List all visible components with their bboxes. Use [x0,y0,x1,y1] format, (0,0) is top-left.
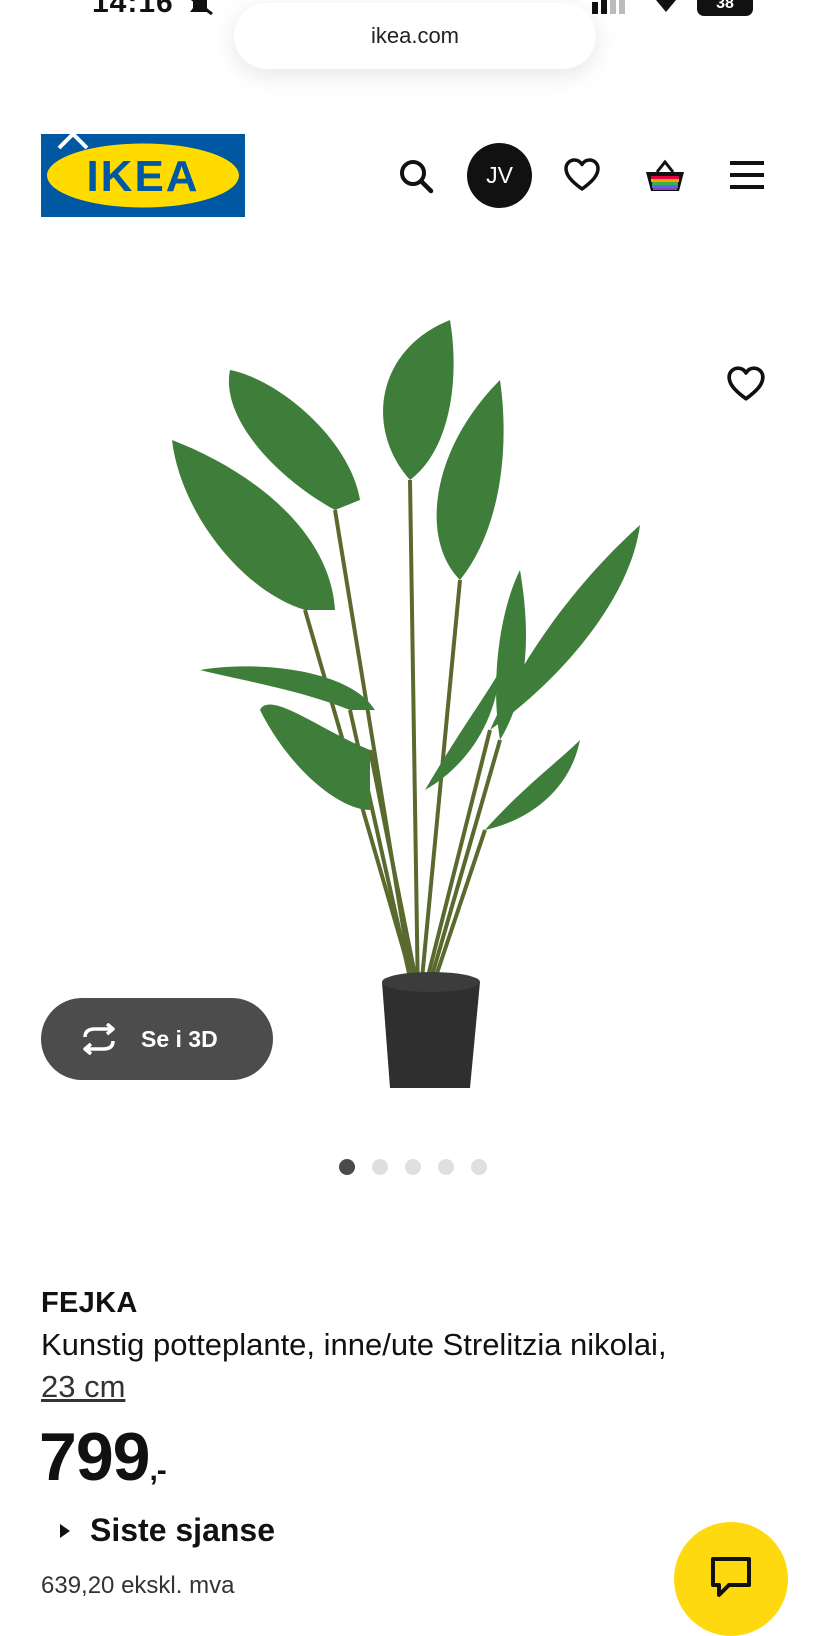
carousel-dot[interactable] [405,1159,421,1175]
address-bar[interactable]: ikea.com [234,3,596,69]
product-name: FEJKA [41,1287,138,1319]
status-time: 14:16 [92,0,174,19]
heart-icon[interactable] [563,158,601,197]
svg-text:IKEA: IKEA [86,152,199,201]
hamburger-menu-icon[interactable] [729,160,765,195]
last-chance-label: Siste sjanse [90,1512,275,1548]
view-in-3d-button[interactable]: Se i 3D [41,998,273,1080]
view-in-3d-label: Se i 3D [141,1025,218,1052]
price-excluding-vat: 639,20 ekskl. mva [41,1572,235,1599]
chat-bubble-icon [709,1555,753,1604]
search-icon[interactable] [398,158,434,199]
account-avatar[interactable]: JV [467,143,532,208]
product-size-link[interactable]: 23 cm [41,1369,125,1404]
price-value: 799 [39,1419,150,1495]
wifi-icon [652,0,680,19]
rotate-3d-icon [77,1022,121,1056]
product-description-text: Kunstig potteplante, inne/ute Strelitzia… [41,1327,667,1362]
carousel-dot[interactable] [471,1159,487,1175]
chat-button[interactable] [674,1522,788,1636]
add-to-favourites-icon[interactable] [726,366,766,407]
price-suffix: ,- [149,1454,166,1487]
battery-icon: 38 [697,0,753,16]
product-price: 799,- [39,1418,167,1496]
product-description: Kunstig potteplante, inne/ute Strelitzia… [41,1324,781,1408]
signal-icon [592,0,626,19]
carousel-dot[interactable] [438,1159,454,1175]
caret-right-icon [60,1523,70,1538]
shopping-bag-icon[interactable] [643,158,687,199]
carousel-dot[interactable] [372,1159,388,1175]
close-icon[interactable] [56,117,90,156]
carousel-dot[interactable] [339,1159,355,1175]
last-chance-toggle[interactable]: Siste sjanse [60,1512,275,1549]
carousel-indicator [339,1159,487,1175]
bell-muted-icon [186,0,214,21]
